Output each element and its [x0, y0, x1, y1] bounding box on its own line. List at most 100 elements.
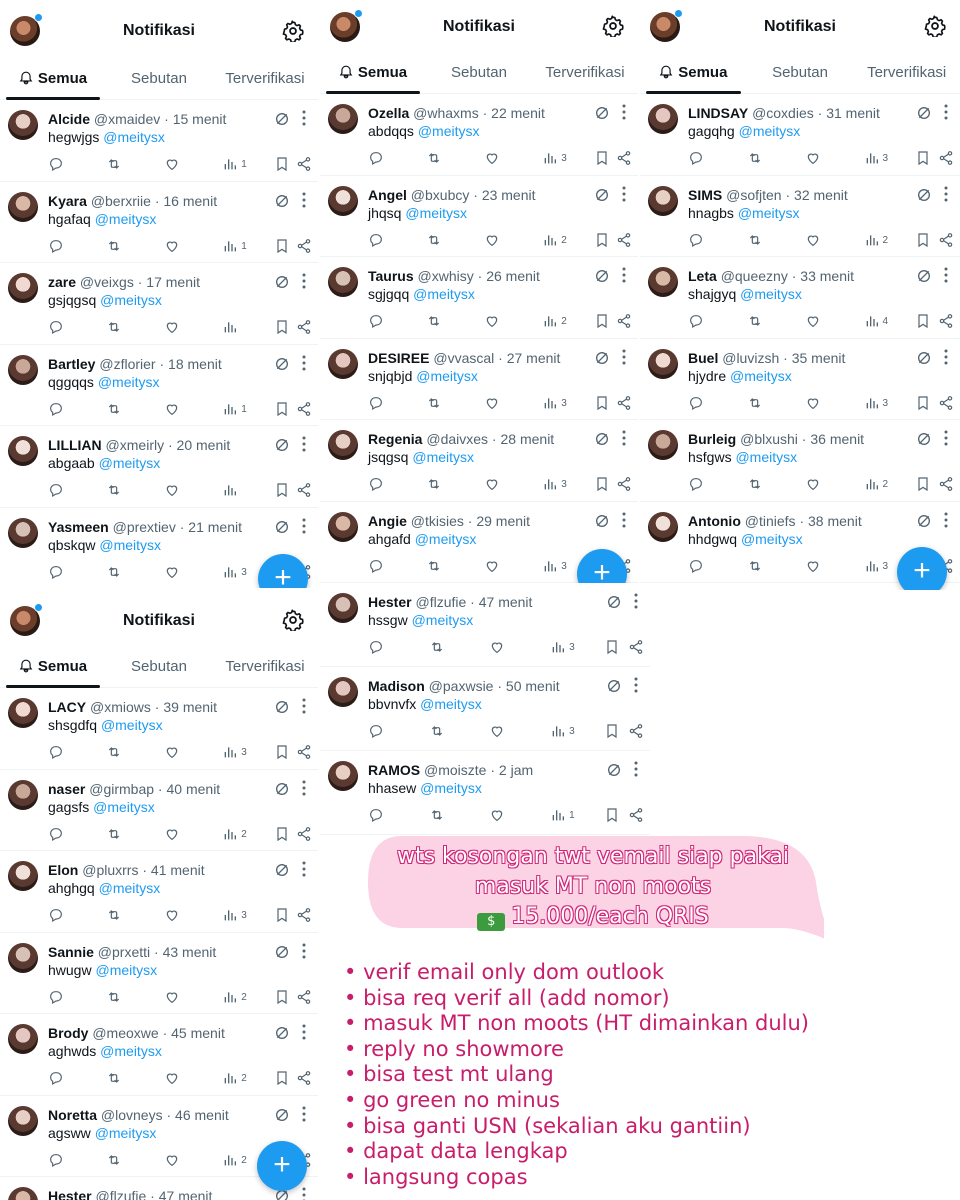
mention-link[interactable]: @meitysx [416, 368, 478, 384]
user-avatar[interactable] [648, 511, 678, 542]
mute-icon[interactable] [916, 268, 932, 284]
mute-icon[interactable] [916, 350, 932, 366]
mention-link[interactable]: @meitysx [735, 449, 797, 465]
more-options-icon[interactable] [944, 186, 948, 202]
more-options-icon[interactable] [302, 1187, 306, 1200]
like-icon[interactable] [805, 313, 821, 329]
mention-link[interactable]: @meitysx [420, 780, 482, 796]
retweet-icon[interactable] [429, 807, 445, 823]
bookmark-icon[interactable] [604, 807, 620, 823]
share-icon[interactable] [296, 744, 312, 760]
mention-link[interactable]: @meitysx [415, 531, 477, 547]
more-options-icon[interactable] [622, 267, 626, 283]
mute-icon[interactable] [274, 699, 290, 715]
bookmark-icon[interactable] [915, 476, 931, 492]
mention-link[interactable]: @meitysx [418, 123, 480, 139]
user-name[interactable]: RAMOS [368, 762, 420, 778]
share-icon[interactable] [616, 476, 632, 492]
reply-icon[interactable] [48, 482, 64, 498]
retweet-icon[interactable] [106, 482, 122, 498]
share-icon[interactable] [296, 826, 312, 842]
mention-link[interactable]: @meitysx [101, 717, 163, 733]
mention-link[interactable]: @meitysx [420, 696, 482, 712]
share-icon[interactable] [938, 313, 954, 329]
user-avatar[interactable] [328, 185, 358, 216]
reply-icon[interactable] [368, 313, 384, 329]
more-options-icon[interactable] [622, 512, 626, 528]
more-options-icon[interactable] [622, 104, 626, 120]
reply-icon[interactable] [368, 476, 384, 492]
user-avatar[interactable] [8, 110, 38, 140]
views-icon[interactable] [864, 558, 880, 574]
mute-icon[interactable] [606, 594, 622, 610]
like-icon[interactable] [164, 564, 180, 580]
views-icon[interactable] [864, 395, 880, 411]
more-options-icon[interactable] [302, 1106, 306, 1122]
bookmark-icon[interactable] [274, 744, 290, 760]
views-icon[interactable] [550, 639, 566, 655]
views-icon[interactable] [222, 744, 238, 760]
user-avatar[interactable] [648, 104, 678, 134]
retweet-icon[interactable] [426, 395, 442, 411]
user-avatar[interactable] [648, 185, 678, 216]
retweet-icon[interactable] [106, 401, 122, 417]
like-icon[interactable] [489, 639, 505, 655]
reply-icon[interactable] [368, 639, 384, 655]
retweet-icon[interactable] [426, 476, 442, 492]
user-avatar[interactable] [328, 267, 358, 297]
bookmark-icon[interactable] [274, 401, 290, 417]
bookmark-icon[interactable] [594, 395, 610, 411]
bookmark-icon[interactable] [274, 907, 290, 923]
retweet-icon[interactable] [429, 723, 445, 739]
more-options-icon[interactable] [302, 943, 306, 959]
notification-row[interactable]: Sannie @prxetti · 43 menit hwugw @meitysx… [0, 933, 318, 1014]
mute-icon[interactable] [916, 431, 932, 447]
bookmark-icon[interactable] [604, 723, 620, 739]
reply-icon[interactable] [368, 150, 384, 166]
more-options-icon[interactable] [622, 349, 626, 365]
more-options-icon[interactable] [944, 349, 948, 365]
user-avatar[interactable] [328, 104, 358, 134]
bookmark-icon[interactable] [274, 1070, 290, 1086]
tab-semua[interactable]: Semua [0, 58, 106, 100]
notification-row[interactable]: LACY @xmiows · 39 menit shsgdfq @meitysx 3 [0, 688, 318, 770]
bookmark-icon[interactable] [594, 232, 610, 248]
retweet-icon[interactable] [747, 313, 763, 329]
bookmark-icon[interactable] [274, 482, 290, 498]
more-options-icon[interactable] [622, 186, 626, 202]
bookmark-icon[interactable] [274, 989, 290, 1005]
mention-link[interactable]: @meitysx [95, 962, 157, 978]
reply-icon[interactable] [48, 1070, 64, 1086]
like-icon[interactable] [164, 156, 180, 172]
like-icon[interactable] [164, 826, 180, 842]
bookmark-icon[interactable] [915, 150, 931, 166]
like-icon[interactable] [484, 395, 500, 411]
notification-row[interactable]: SIMS @sofjten · 32 menit hnagbs @meitysx 2 [640, 176, 960, 257]
user-name[interactable]: Elon [48, 862, 78, 878]
user-avatar[interactable] [8, 698, 38, 728]
user-avatar[interactable] [648, 430, 678, 460]
bookmark-icon[interactable] [915, 395, 931, 411]
mention-link[interactable]: @meitysx [412, 449, 474, 465]
user-avatar[interactable] [8, 517, 38, 548]
share-icon[interactable] [628, 639, 644, 655]
views-icon[interactable] [864, 476, 880, 492]
mention-link[interactable]: @meitysx [100, 292, 162, 308]
more-options-icon[interactable] [302, 698, 306, 714]
settings-gear-icon[interactable] [924, 15, 946, 37]
reply-icon[interactable] [48, 1152, 64, 1168]
mention-link[interactable]: @meitysx [730, 368, 792, 384]
reply-icon[interactable] [368, 807, 384, 823]
mute-icon[interactable] [274, 437, 290, 453]
retweet-icon[interactable] [429, 639, 445, 655]
mention-link[interactable]: @meitysx [741, 531, 803, 547]
views-icon[interactable] [542, 313, 558, 329]
tab-terverifikasi[interactable]: Terverifikasi [212, 646, 318, 687]
tab-sebutan[interactable]: Sebutan [747, 52, 854, 93]
mute-icon[interactable] [274, 519, 290, 535]
views-icon[interactable] [550, 807, 566, 823]
mute-icon[interactable] [594, 187, 610, 203]
user-name[interactable]: Yasmeen [48, 519, 109, 535]
user-avatar[interactable] [328, 348, 358, 379]
compose-button[interactable]: + [257, 1141, 307, 1191]
